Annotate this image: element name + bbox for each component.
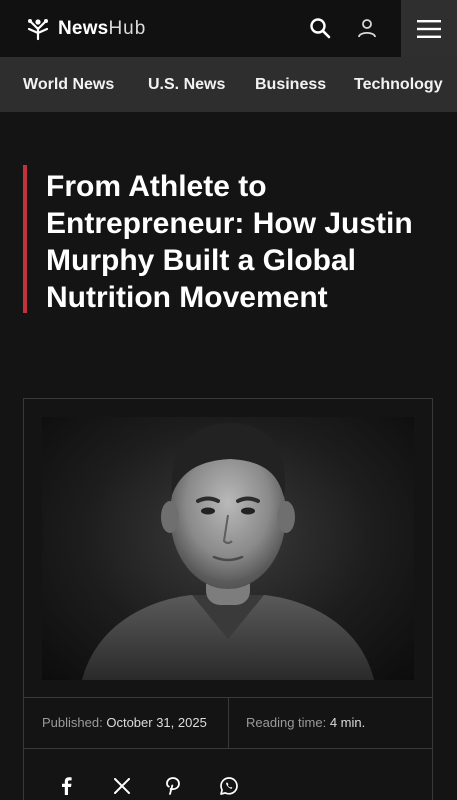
share-x-button[interactable] [111,775,133,797]
article-card: Published: October 31, 2025 Reading time… [23,398,433,800]
pinterest-icon [166,777,180,795]
x-icon [114,778,130,794]
user-icon [358,19,376,38]
share-pinterest-button[interactable] [162,775,184,797]
logo-news-text: News [58,18,109,39]
nav-item-us-news[interactable]: U.S. News [148,75,225,95]
newshub-logo-icon [27,19,49,41]
article-photo [42,417,414,680]
top-bar: NewsHub [0,0,457,57]
published-label: Published: [42,715,103,730]
reading-time-meta: Reading time: 4 min. [246,715,365,731]
logo-hub-text: Hub [108,18,147,39]
article-headline: From Athlete to Entrepreneur: How Justin… [46,170,413,314]
site-logo[interactable]: NewsHub [26,17,146,41]
meta-divider [228,698,229,749]
hamburger-menu-icon [417,19,441,38]
article-meta: Published: October 31, 2025 Reading time… [24,697,432,749]
menu-button[interactable] [401,0,457,57]
reading-time-value: 4 min. [329,715,366,730]
search-button[interactable] [306,14,334,42]
headline-block: From Athlete to Entrepreneur: How Justin… [23,165,433,314]
share-facebook-button[interactable] [55,775,77,797]
facebook-icon [62,777,72,795]
category-nav: World News U.S. News Business Technology [0,57,457,112]
logo-wordmark: NewsHub [58,17,146,41]
portrait-illustration [82,423,374,680]
headline-accent-bar [23,165,27,313]
whatsapp-icon [220,777,238,795]
reading-time-label: Reading time: [246,715,327,730]
account-button[interactable] [353,14,381,42]
nav-item-technology[interactable]: Technology [354,75,443,95]
nav-item-business[interactable]: Business [255,75,326,95]
published-meta: Published: October 31, 2025 [42,715,207,731]
share-whatsapp-button[interactable] [218,775,240,797]
nav-item-world-news[interactable]: World News [23,75,114,95]
published-date: October 31, 2025 [106,715,207,730]
search-icon [310,18,331,39]
